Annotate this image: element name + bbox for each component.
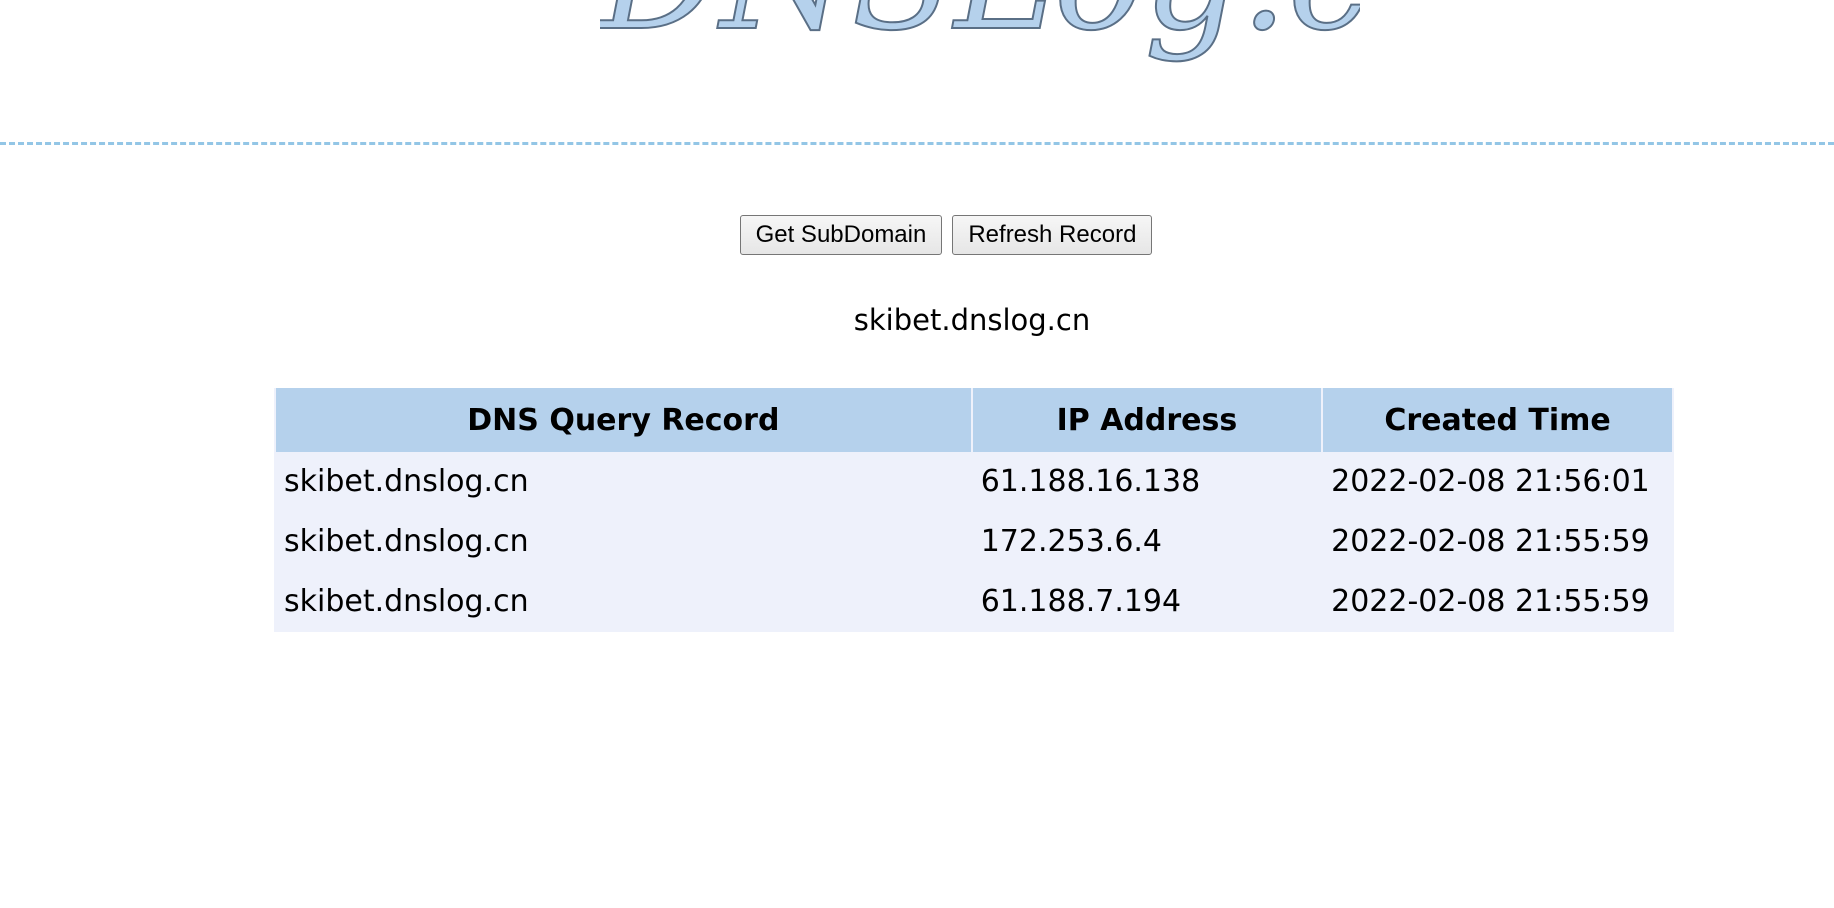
subdomain-display: skibet.dnslog.cn xyxy=(853,303,1091,337)
get-subdomain-button[interactable]: Get SubDomain xyxy=(739,215,943,255)
table-row: skibet.dnslog.cn 61.188.16.138 2022-02-0… xyxy=(276,452,1672,512)
header-divider xyxy=(0,142,1834,145)
time-cell: 2022-02-08 21:55:59 xyxy=(1331,524,1650,559)
logo-text: DNSLog.cn xyxy=(600,0,1360,64)
header-created-time: Created Time xyxy=(1323,388,1672,452)
table-header-row: DNS Query Record IP Address Created Time xyxy=(276,388,1672,452)
header-dns-query-record: DNS Query Record xyxy=(276,388,971,452)
time-cell: 2022-02-08 21:55:59 xyxy=(1331,584,1650,619)
ip-cell: 61.188.7.194 xyxy=(980,584,1182,619)
table-row: skibet.dnslog.cn 172.253.6.4 2022-02-08 … xyxy=(276,512,1672,572)
table-row: skibet.dnslog.cn 61.188.7.194 2022-02-08… xyxy=(276,572,1672,632)
action-buttons: Get SubDomain Refresh Record xyxy=(0,215,1834,255)
refresh-record-button[interactable]: Refresh Record xyxy=(952,215,1153,255)
dnslog-logo-image: DNSLog.cn xyxy=(600,0,1360,65)
record-cell: skibet.dnslog.cn xyxy=(284,464,529,499)
record-cell: skibet.dnslog.cn xyxy=(284,524,529,559)
dns-records-table: DNS Query Record IP Address Created Time… xyxy=(274,388,1674,632)
ip-cell: 172.253.6.4 xyxy=(980,524,1163,559)
ip-cell: 61.188.16.138 xyxy=(980,464,1201,499)
site-logo: DNSLog.cn xyxy=(0,0,1834,80)
record-cell: skibet.dnslog.cn xyxy=(284,584,529,619)
time-cell: 2022-02-08 21:56:01 xyxy=(1331,464,1650,499)
header-ip-address: IP Address xyxy=(972,388,1322,452)
